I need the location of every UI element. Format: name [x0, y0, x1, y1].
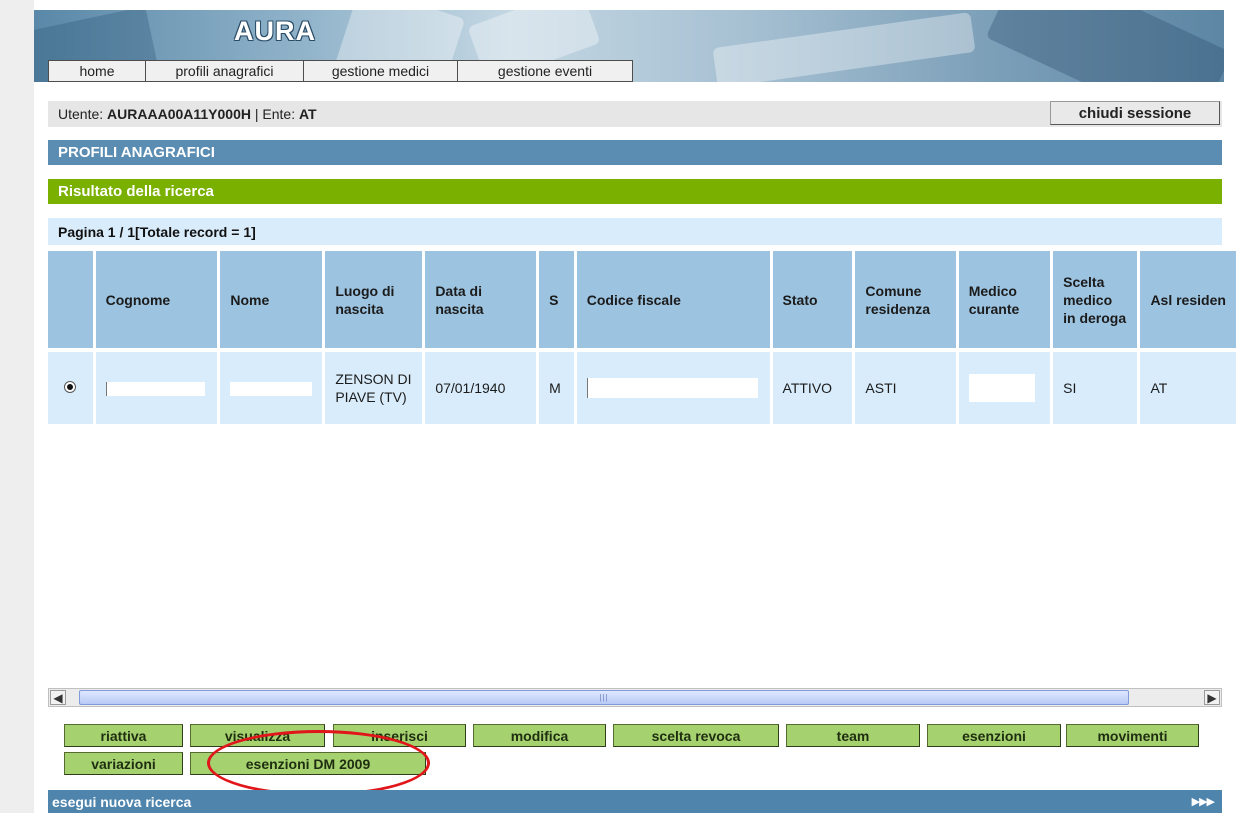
pager-total: [Totale record = 1] — [135, 223, 256, 240]
row-select-cell — [48, 348, 93, 424]
visualizza-button[interactable]: visualizza — [190, 724, 325, 747]
nav-tab-profili-anagrafici[interactable]: profili anagrafici — [145, 60, 303, 82]
col-select — [48, 251, 93, 348]
scroll-left-icon[interactable]: ◀ — [50, 690, 66, 705]
variazioni-button[interactable]: variazioni — [64, 752, 183, 775]
col-asl-residenza[interactable]: Asl residen — [1140, 251, 1236, 348]
cell-cognome — [95, 348, 218, 424]
results-title: Risultato della ricerca — [48, 179, 1222, 204]
results-table: Cognome Nome Luogo di nascita Data di na… — [45, 251, 1239, 424]
ente-value: AT — [298, 106, 317, 122]
banner-decoration — [985, 10, 1224, 82]
table-header-row: Cognome Nome Luogo di nascita Data di na… — [48, 251, 1236, 348]
scelta-revoca-button[interactable]: scelta revoca — [613, 724, 779, 747]
col-cognome[interactable]: Cognome — [95, 251, 218, 348]
modifica-button[interactable]: modifica — [473, 724, 606, 747]
cell-codice-fiscale — [576, 348, 770, 424]
page-title: PROFILI ANAGRAFICI — [48, 140, 1222, 165]
redacted-cognome — [105, 382, 205, 397]
ente-label: | Ente: — [250, 106, 299, 122]
col-comune-residenza[interactable]: Comune residenza — [855, 251, 956, 348]
esenzioni-button[interactable]: esenzioni — [927, 724, 1061, 747]
scroll-right-icon[interactable]: ▶ — [1204, 690, 1220, 705]
cell-comune-residenza: ASTI — [855, 348, 956, 424]
esenzioni-dm-2009-button[interactable]: esenzioni DM 2009 — [190, 752, 426, 775]
cell-sesso: M — [539, 348, 574, 424]
col-medico-curante[interactable]: Medico curante — [958, 251, 1051, 348]
table-row[interactable]: ZENSON DI PIAVE (TV) 07/01/1940 M ATTIVO… — [48, 348, 1236, 424]
scrollbar-thumb[interactable]: ||| — [79, 690, 1129, 705]
col-luogo-nascita[interactable]: Luogo di nascita — [325, 251, 423, 348]
pagination-info: Pagina 1 / 1 [Totale record = 1] — [48, 218, 1222, 245]
more-arrows-icon[interactable]: ▶▶▶ — [1192, 795, 1215, 808]
cell-stato: ATTIVO — [772, 348, 853, 424]
banner-decoration — [712, 12, 976, 82]
new-search-bar[interactable]: esegui nuova ricerca ▶▶▶ — [48, 790, 1222, 813]
movimenti-button[interactable]: movimenti — [1066, 724, 1199, 747]
cell-nome — [220, 348, 323, 424]
user-label: Utente: — [58, 106, 108, 122]
cell-scelta-deroga: SI — [1053, 348, 1138, 424]
session-info: Utente: AURAAA00A11Y000H | Ente: AT — [58, 106, 317, 122]
main-nav: home profili anagrafici gestione medici … — [48, 60, 633, 82]
col-codice-fiscale[interactable]: Codice fiscale — [576, 251, 770, 348]
new-search-link[interactable]: esegui nuova ricerca — [52, 794, 191, 810]
nav-tab-gestione-medici[interactable]: gestione medici — [303, 60, 457, 82]
row-radio[interactable] — [64, 381, 77, 393]
horizontal-scrollbar[interactable]: ◀ ||| ▶ — [48, 688, 1222, 707]
redacted-medico — [968, 374, 1035, 402]
col-sesso[interactable]: S — [539, 251, 574, 348]
nav-tab-home[interactable]: home — [48, 60, 145, 82]
col-stato[interactable]: Stato — [772, 251, 853, 348]
team-button[interactable]: team — [786, 724, 920, 747]
pager-prefix: Pagina — [58, 223, 104, 240]
redacted-codice-fiscale — [586, 378, 758, 399]
col-data-nascita[interactable]: Data di nascita — [425, 251, 537, 348]
col-nome[interactable]: Nome — [220, 251, 323, 348]
cell-asl-residenza: AT — [1140, 348, 1236, 424]
redacted-nome — [230, 382, 313, 397]
riattiva-button[interactable]: riattiva — [64, 724, 183, 747]
cell-data-nascita: 07/01/1940 — [425, 348, 537, 424]
user-id: AURAAA00A11Y000H — [107, 106, 251, 122]
pager-value: 1 / 1 — [107, 223, 136, 240]
inserisci-button[interactable]: inserisci — [333, 724, 466, 747]
left-gutter — [0, 0, 34, 813]
nav-tab-gestione-eventi[interactable]: gestione eventi — [457, 60, 633, 82]
col-scelta-deroga[interactable]: Scelta medico in deroga — [1053, 251, 1138, 348]
logout-button[interactable]: chiudi sessione — [1050, 101, 1220, 125]
session-bar: Utente: AURAAA00A11Y000H | Ente: AT chiu… — [48, 101, 1222, 127]
cell-luogo-nascita: ZENSON DI PIAVE (TV) — [325, 348, 423, 424]
app-logo: AURA — [234, 16, 316, 46]
cell-medico-curante — [958, 348, 1051, 424]
